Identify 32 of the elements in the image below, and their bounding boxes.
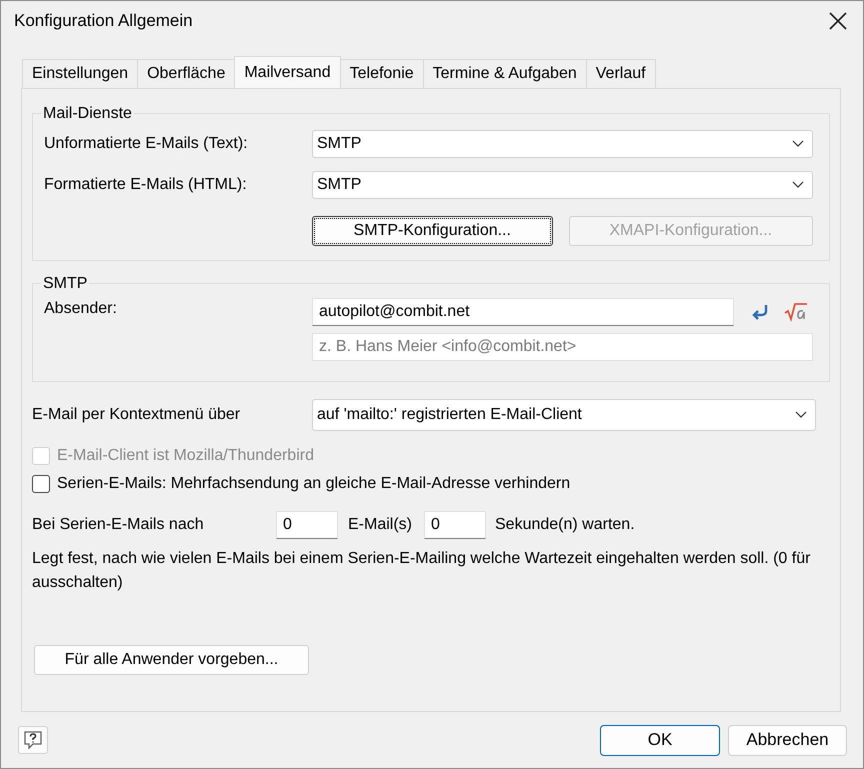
dropdown[interactable]: SMTP (312, 171, 813, 200)
window-title: Konfiguration Allgemein (14, 11, 193, 32)
unit-label: Sekunde(n) warten. (495, 516, 635, 534)
field-label: Formatierte E-Mails (HTML): (44, 176, 248, 194)
dialog-button[interactable]: OK (600, 724, 720, 756)
field-label: Absender: (44, 299, 118, 318)
caret-icon (795, 411, 807, 420)
help-button[interactable] (18, 726, 48, 754)
description-text: Legt fest, nach wie vielen E-Mails bei einem Serien-E-Mailing welche Wartezeit eingehalten werden soll. (0 für ausschalten) (32, 549, 812, 594)
close-icon[interactable] (829, 12, 847, 30)
field-label: Unformatierte E-Mails (Text): (44, 135, 249, 154)
defaults-button[interactable]: Für alle Anwender vorgeben... (34, 645, 309, 676)
checkbox[interactable]: Serien-E-Mails: Mehrfachsendung an gleiche E-Mail-Adresse verhindern (32, 475, 830, 494)
square-root-icon[interactable] (784, 302, 808, 322)
caret-icon (792, 181, 804, 190)
tab[interactable]: Mailversand (234, 56, 341, 88)
dropdown[interactable]: SMTP (312, 130, 813, 158)
return-arrow-icon[interactable] (750, 302, 770, 322)
field-label: E-Mail per Kontextmenü über (32, 406, 242, 424)
tab[interactable]: Einstellungen (22, 59, 138, 88)
dropdown[interactable]: auf 'mailto:' registrierten E-Mail-Client (312, 399, 816, 432)
name-field[interactable]: z. B. Hans Meier <info@combit.net> (312, 333, 813, 362)
config-button[interactable]: SMTP-Konfiguration... (312, 216, 552, 246)
dialog-button[interactable]: Abbrechen (728, 724, 847, 756)
email-count-field[interactable]: 0 (276, 511, 338, 540)
seconds-field[interactable]: 0 (424, 511, 486, 540)
unit-label: E-Mail(s) (348, 516, 412, 534)
tab[interactable]: Verlauf (586, 59, 656, 88)
caret-icon (792, 140, 804, 148)
help-icon (23, 730, 43, 750)
sender-field[interactable]: autopilot@combit.net (312, 298, 734, 326)
field-label: Bei Serien-E-Mails nach (32, 516, 205, 534)
